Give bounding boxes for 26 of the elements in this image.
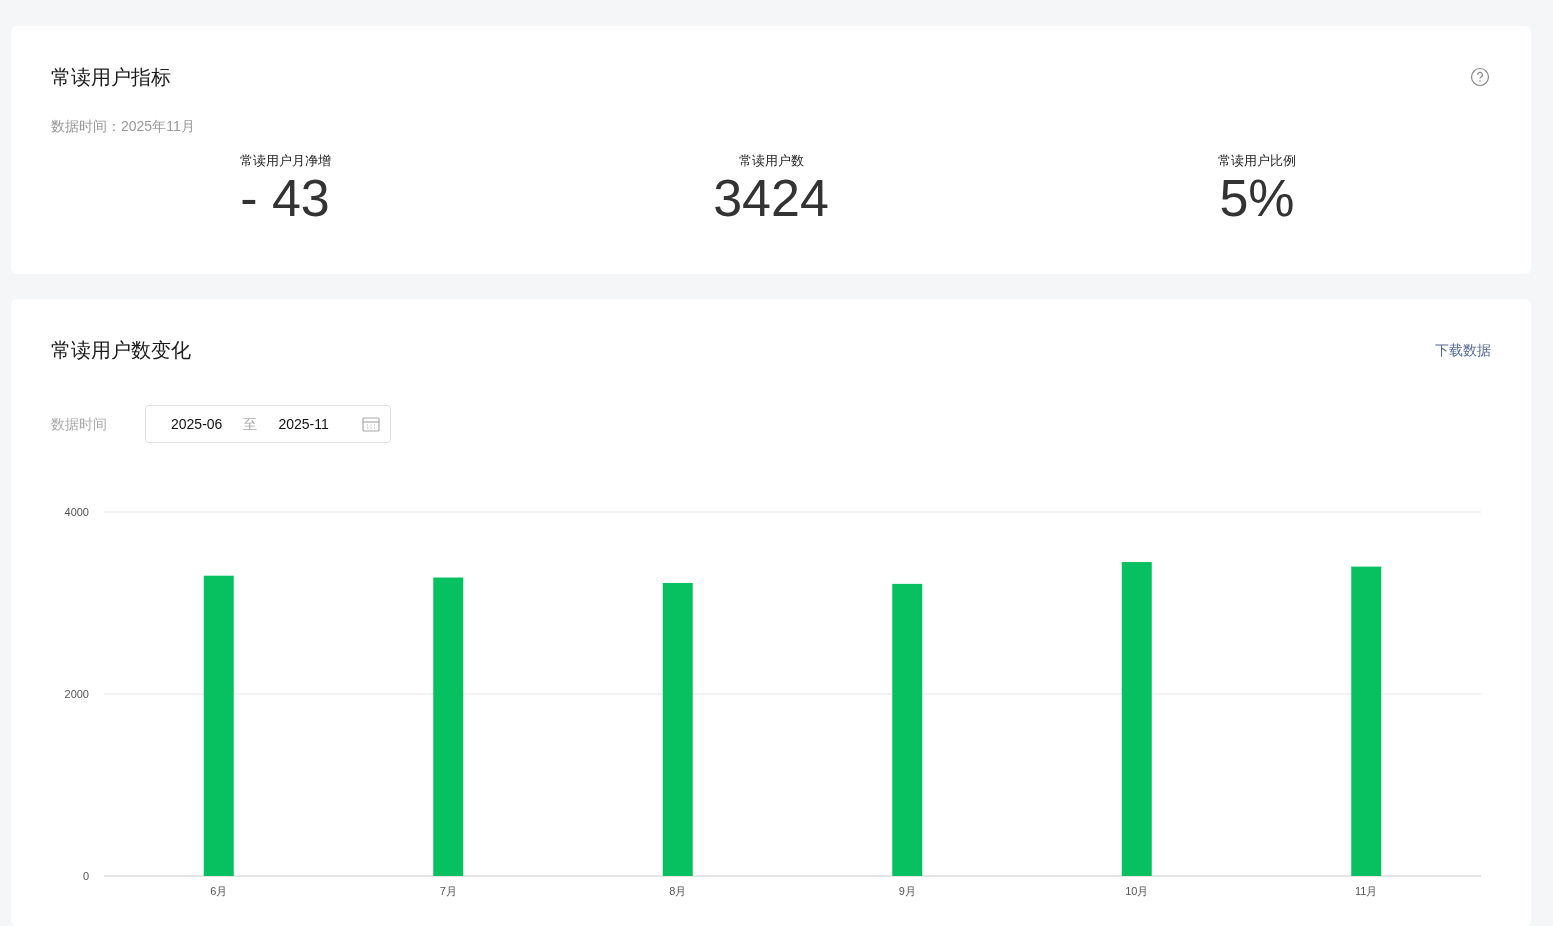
- metric-label: 常读用户数: [738, 152, 804, 170]
- data-time: 数据时间：2025年11月: [51, 118, 195, 134]
- date-separator: 至: [243, 414, 258, 434]
- y-axis-label: 0: [82, 870, 89, 882]
- calendar-icon[interactable]: [362, 416, 380, 432]
- end-date: 2025-11: [278, 414, 329, 434]
- start-date: 2025-06: [171, 414, 223, 434]
- x-axis-label: 6月: [210, 885, 228, 897]
- download-link[interactable]: 下载数据: [1435, 339, 1491, 361]
- x-axis-label: 9月: [898, 885, 916, 897]
- metric-label: 常读用户月净增: [239, 152, 331, 170]
- x-axis-label: 10月: [1125, 885, 1149, 897]
- metric-value: 5%: [1219, 170, 1295, 226]
- x-axis-label: 8月: [669, 885, 687, 897]
- metric-label: 常读用户比例: [1218, 152, 1296, 170]
- y-axis-label: 4000: [64, 506, 89, 518]
- x-axis-label: 7月: [439, 885, 457, 897]
- date-label: 数据时间: [51, 414, 108, 434]
- metric-value: - 43: [240, 170, 330, 226]
- card-title: 常读用户数变化: [51, 338, 191, 363]
- metric-value: 3424: [713, 170, 829, 226]
- y-axis-label: 2000: [64, 688, 89, 700]
- card-title: 常读用户指标: [51, 65, 171, 90]
- date-range-field[interactable]: 2025-06 至 2025-11: [145, 405, 391, 443]
- x-axis-label: 11月: [1355, 885, 1378, 897]
- help-icon[interactable]: [1470, 67, 1490, 87]
